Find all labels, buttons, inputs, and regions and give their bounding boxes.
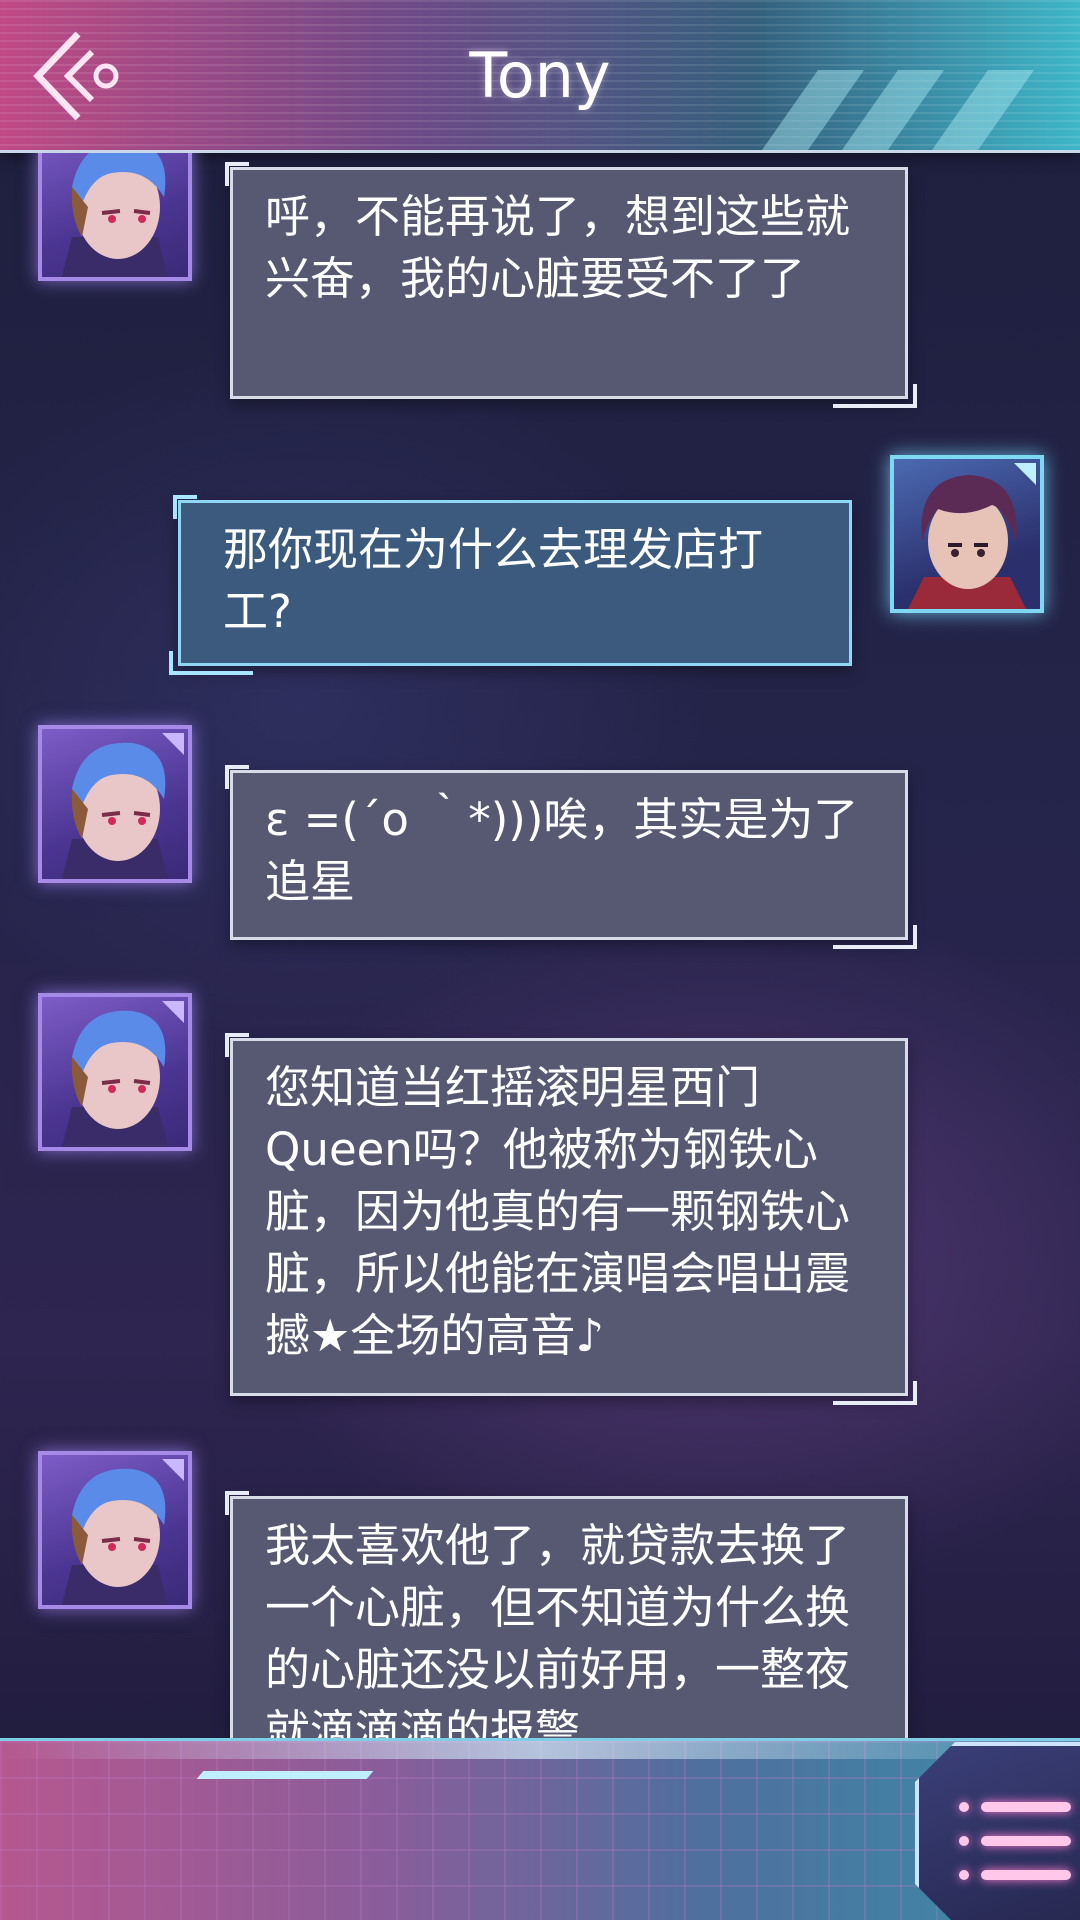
message-text: 您知道当红摇滚明星西门Queen吗？他被称为钢铁心脏，因为他真的有一颗钢铁心脏，… <box>265 1061 851 1362</box>
chat-message: 我太喜欢他了，就贷款去换了一个心脏，但不知道为什么换的心脏还没以前好用，一整夜就… <box>225 1491 908 1738</box>
chat-message: ε =(´ο ｀*)))唉，其实是为了追星 <box>225 765 917 949</box>
message-text: 那你现在为什么去理发店打工? <box>223 523 764 638</box>
tony-avatar <box>38 725 192 883</box>
bottom-bar-glow <box>0 1741 1080 1759</box>
chat-message: 呼，不能再说了，想到这些就兴奋，我的心脏要受不了了 <box>225 162 917 408</box>
chat-message: 您知道当红摇滚明星西门Queen吗？他被称为钢铁心脏，因为他真的有一颗钢铁心脏，… <box>225 1033 917 1405</box>
top-bar: Tony <box>0 0 1080 153</box>
message-text: ε =(´ο ｀*)))唉，其实是为了追星 <box>265 793 859 908</box>
chat-message: 那你现在为什么去理发店打工? <box>169 495 852 675</box>
tony-avatar <box>38 153 192 281</box>
chat-partner-name: Tony <box>469 39 611 112</box>
message-text: 我太喜欢他了，就贷款去换了一个心脏，但不知道为什么换的心脏还没以前好用，一整夜就… <box>265 1519 851 1738</box>
tony-avatar <box>38 1451 192 1609</box>
tony-avatar <box>38 993 192 1151</box>
message-text: 呼，不能再说了，想到这些就兴奋，我的心脏要受不了了 <box>265 190 851 305</box>
chat-log[interactable]: 呼，不能再说了，想到这些就兴奋，我的心脏要受不了了 那你现在为什么去理发店打工? <box>0 153 1080 1738</box>
bottom-bar-accent <box>256 1771 374 1779</box>
player-avatar <box>890 455 1044 613</box>
menu-button[interactable] <box>915 1742 1080 1920</box>
